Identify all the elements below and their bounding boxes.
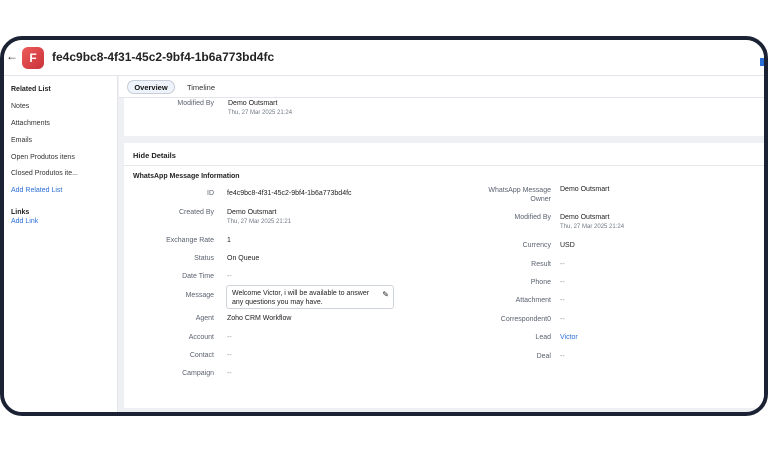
sidebar-item-notes[interactable]: Notes [11,103,29,110]
add-related-list-link[interactable]: Add Related List [11,187,62,194]
date-time-label: Date Time [182,273,214,280]
avatar: F [22,47,44,69]
campaign-label: Campaign [182,370,214,377]
hide-details-toggle[interactable]: Hide Details [133,151,176,160]
phone-value: -- [560,279,565,286]
owner-label: WhatsApp Message Owner [454,186,551,204]
owner-label-line2: Owner [530,196,551,203]
result-label: Result [531,261,551,268]
message-label: Message [185,292,214,299]
created-by-label: Created By [178,209,214,216]
contact-value: -- [227,352,232,359]
status-label: Status [194,255,214,262]
scroll-indicator [760,58,764,66]
exchange-rate-value: 1 [227,237,231,244]
summary-card: Modified By Demo Outsmart Thu, 27 Mar 20… [124,98,764,136]
deal-value: -- [560,353,565,360]
add-link[interactable]: Add Link [11,218,38,225]
record-header: ← F fe4c9bc8-4f31-45c2-9bf4-1b6a773bd4fc [4,40,764,76]
sidebar-item-attachments[interactable]: Attachments [11,120,50,127]
id-value: fe4c9bc8-4f31-45c2-9bf4-1b6a773bd4fc [227,190,352,197]
account-label: Account [188,334,214,341]
message-value: Welcome Victor, i will be available to a… [232,290,370,306]
right-modified-by-label: Modified By [514,214,551,221]
id-label: ID [207,190,214,197]
created-time: Thu, 27 Mar 2025 21:21 [227,219,292,225]
agent-value: Zoho CRM Workflow [227,315,292,322]
app-window: ← F fe4c9bc8-4f31-45c2-9bf4-1b6a773bd4fc… [0,36,768,416]
related-list-sidebar: Related List Notes Attachments Emails Op… [4,76,118,412]
agent-label: Agent [195,315,214,322]
account-value: -- [227,334,232,341]
result-value: -- [560,261,565,268]
tab-bar: Overview Timeline [119,76,764,98]
correspondent-label: Correspondent0 [500,316,551,323]
campaign-value: -- [227,370,232,377]
correspondent-value: -- [560,316,565,323]
links-heading: Links [11,209,30,216]
modified-by-label: Modified By [177,100,214,107]
details-card: Hide Details WhatsApp Message Informatio… [124,143,764,408]
lead-link[interactable]: Victor [560,334,578,341]
sidebar-item-open-produtos[interactable]: Open Produtos itens [11,154,75,161]
currency-value: USD [560,242,575,249]
owner-label-line1: WhatsApp Message [488,187,551,194]
lead-label: Lead [535,334,551,341]
record-title: fe4c9bc8-4f31-45c2-9bf4-1b6a773bd4fc [52,50,275,64]
back-arrow-icon[interactable]: ← [6,49,18,63]
sidebar-item-emails[interactable]: Emails [11,137,32,144]
section-title: WhatsApp Message Information [133,173,240,180]
related-list-heading: Related List [11,86,51,93]
divider [124,165,764,166]
date-time-value: -- [227,273,232,280]
modified-time: Thu, 27 Mar 2025 21:24 [228,110,293,116]
phone-label: Phone [530,279,551,286]
currency-label: Currency [522,242,551,249]
tab-overview[interactable]: Overview [127,80,175,94]
deal-label: Deal [536,353,551,360]
right-modified-by-value: Demo Outsmart [560,214,610,221]
exchange-rate-label: Exchange Rate [166,237,214,244]
right-modified-time: Thu, 27 Mar 2025 21:24 [560,224,625,230]
pencil-icon[interactable]: ✎ [382,290,389,299]
contact-label: Contact [189,352,214,359]
created-by-value: Demo Outsmart [227,209,277,216]
attachment-value: -- [560,297,565,304]
modified-by-value: Demo Outsmart [228,100,278,107]
message-field[interactable]: Welcome Victor, i will be available to a… [226,285,394,309]
attachment-label: Attachment [515,297,551,304]
sidebar-item-closed-produtos[interactable]: Closed Produtos ite... [11,170,78,177]
status-value: On Queue [227,255,260,262]
owner-value: Demo Outsmart [560,186,610,193]
tab-timeline[interactable]: Timeline [179,80,223,94]
